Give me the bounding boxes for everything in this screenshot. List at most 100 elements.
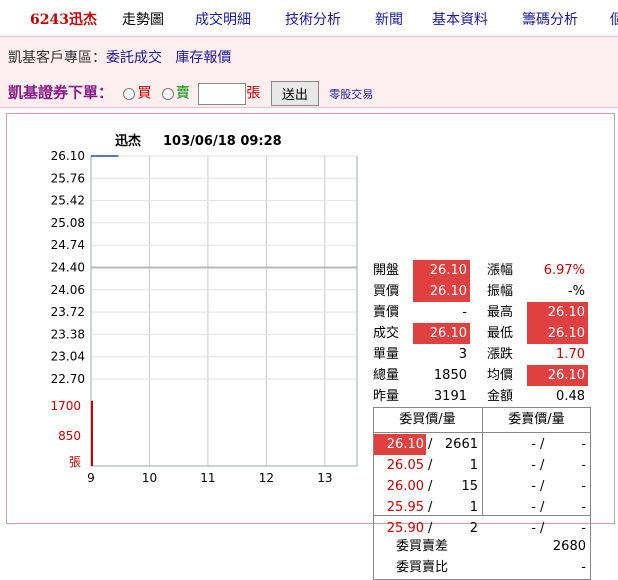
diff-label: 委買賣差 [396,539,449,554]
volume-tick-label: 850 [58,429,81,443]
ask-price-2: - [531,458,536,473]
volume-bar [91,400,93,466]
prev-volume-label: 昨量 [373,389,400,404]
bid-header: 委買價/量 [399,412,456,427]
bid-price-4: 25.95 [386,500,424,515]
amp-label: 振幅 [487,284,514,299]
ratio-value: - [581,560,586,575]
amp-value: -% [567,284,585,299]
order-area: 凱基證券下單： 買 賣 張 送出 零股交易 [8,81,373,106]
ask-qty-1: - [581,437,586,452]
y-tick-label: 24.40 [51,261,85,275]
sell-label: 賣 [175,85,190,102]
tab-news[interactable]: 新聞 [375,9,403,29]
volume-tick-label: 1700 [50,399,81,413]
quote-panel: 迅杰 103/06/18 09:28 9 10 11 12 13 26.10 25.76 25… [6,113,615,580]
customer-band: 凱基客戶專區：委託成交 庫存報價 凱基證券下單： 買 賣 張 送出 零股交易 [0,36,618,108]
customer-label: 凱基客戶專區： [8,50,106,66]
bid-qty-1: 2661 [444,437,478,452]
open-label: 開盤 [373,263,400,278]
bid-price-3: 26.00 [386,479,424,494]
diff-value: 2680 [552,539,586,554]
buy-label: 買 [137,85,152,102]
ask-qty-4: - [581,500,586,515]
book-column-divider [482,408,483,515]
chart-title: 迅杰 [115,133,141,149]
avg-label: 均價 [487,368,514,383]
ask-qty-2: - [581,458,586,473]
customer-area: 凱基客戶專區：委託成交 庫存報價 [8,47,231,67]
ask-price-3: - [531,479,536,494]
x-tick-label: 13 [317,471,332,485]
bid-qty-4: 1 [469,500,478,515]
change-value: 1.70 [556,347,585,362]
chart-marks [91,155,357,466]
top-tab-bar: 6243迅杰 走勢圖 成交明細 技術分析 新聞 基本資料 籌碼分析 個 [0,0,618,36]
tab-fundamentals[interactable]: 基本資料 [432,9,488,29]
bid-qty-2: 1 [469,458,478,473]
tab-technical[interactable]: 技術分析 [285,9,341,29]
qty-label: 單量 [373,347,400,362]
tab-trend[interactable]: 走勢圖 [122,9,164,29]
last-value: 26.10 [413,323,470,344]
send-button[interactable]: 送出 [270,81,319,106]
bid-qty-3: 15 [461,479,478,494]
order-book: 委買價/量 委賣價/量 26.10 / 2661 26.05 / 1 26.00… [373,407,591,580]
chart-grid [90,155,358,467]
avg-value: 26.10 [527,365,588,386]
y-tick-label: 25.76 [51,171,85,185]
open-value: 26.10 [413,260,470,281]
x-tick-label: 10 [142,471,157,485]
ratio-label: 委買賣比 [396,560,449,575]
high-label: 最高 [487,305,514,320]
ask-header: 委賣價/量 [508,412,565,427]
volume-value: 1850 [433,368,467,383]
link-orders[interactable]: 委託成交 [106,50,162,66]
volume-unit-label: 張 [69,455,81,469]
chart-datetime: 103/06/18 09:28 [163,134,282,149]
pct-value: 6.97% [543,263,585,278]
y-tick-label: 26.10 [51,149,85,163]
low-label: 最低 [487,326,514,341]
stock-title: 6243迅杰 [30,12,97,28]
high-value: 26.10 [527,302,588,323]
sell-radio[interactable] [161,87,174,100]
y-tick-label: 23.04 [51,350,85,364]
bid-value: 26.10 [413,281,470,302]
ask-price-4: - [531,500,536,515]
ask-price-1: - [531,437,536,452]
tab-chips[interactable]: 籌碼分析 [522,9,578,29]
bid-label: 買價 [373,284,400,299]
change-label: 漲跌 [487,347,514,362]
ask-label: 賣價 [373,305,400,320]
volume-label: 總量 [373,368,400,383]
y-tick-label: 23.38 [51,327,85,341]
link-inventory[interactable]: 庫存報價 [175,50,231,66]
ask-value: - [462,305,467,320]
order-title: 凱基證券下單： [8,83,114,102]
odd-lot-link[interactable]: 零股交易 [329,88,373,101]
y-tick-label: 25.08 [51,216,85,230]
tab-more[interactable]: 個 [610,9,618,29]
low-value: 26.10 [527,323,588,344]
x-tick-label: 9 [87,471,95,485]
tab-trade-detail[interactable]: 成交明細 [195,9,251,29]
x-tick-label: 11 [200,471,215,485]
x-tick-label: 12 [259,471,274,485]
ask-qty-3: - [581,479,586,494]
plot-frame [90,155,358,467]
qty-value: 3 [458,347,467,362]
quantity-input[interactable] [198,82,247,105]
amount-label: 金額 [487,389,514,404]
intraday-chart: 迅杰 103/06/18 09:28 9 10 11 12 13 26.10 25.76 25… [50,133,358,485]
amount-value: 0.48 [556,389,585,404]
y-tick-label: 24.06 [51,283,85,297]
bid-price-1: 26.10 [374,434,426,455]
y-tick-label: 24.74 [51,238,85,252]
y-tick-label: 23.72 [51,305,85,319]
unit-label: 張 [246,85,261,102]
pct-label: 漲幅 [487,263,514,278]
buy-radio[interactable] [123,87,136,100]
last-label: 成交 [373,326,400,341]
bid-price-2: 26.05 [386,458,424,473]
